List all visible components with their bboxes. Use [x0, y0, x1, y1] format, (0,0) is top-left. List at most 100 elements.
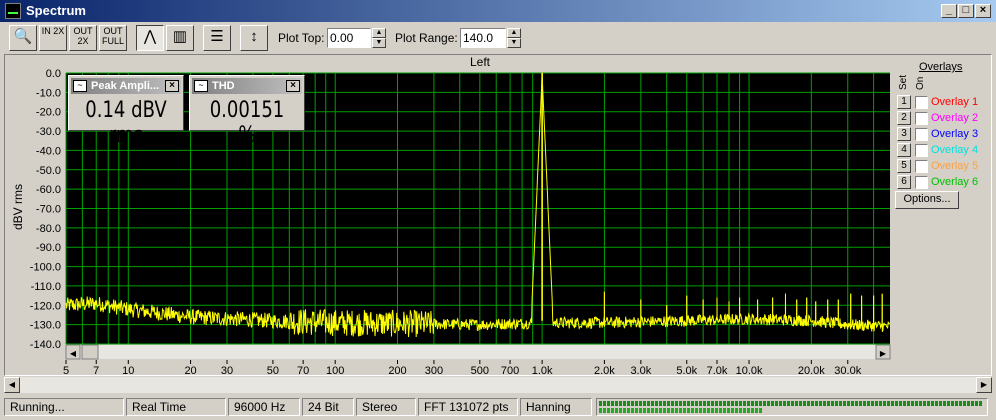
overlay-set-button[interactable]: 3	[897, 127, 911, 141]
level-segment-top	[607, 401, 610, 406]
level-segment-bottom	[747, 408, 750, 413]
level-segment-top	[931, 401, 934, 406]
y-tick-label: -110.0	[31, 281, 61, 293]
level-segment-bottom	[607, 408, 610, 413]
overlay-set-button[interactable]: 4	[897, 143, 911, 157]
level-segment-bottom	[619, 408, 622, 413]
thd-meter[interactable]: THD ~ × 0.00151 %	[189, 75, 305, 148]
level-segment-top	[699, 401, 702, 406]
overlay-row: 2 Overlay 2	[897, 111, 992, 127]
level-segment-top	[703, 401, 706, 406]
status-bar: Running... Real Time 96000 Hz 24 Bit Ste…	[0, 396, 996, 420]
overlay-on-checkbox[interactable]	[915, 160, 928, 173]
level-segment-top	[819, 401, 822, 406]
level-segment-top	[619, 401, 622, 406]
x-tick-label: 3.0k	[630, 365, 651, 377]
x-tick-labels: 5 7 10 20 30 50 70 100 200 300 500 700 1.0k 2.0k 3.0k 5…	[63, 360, 862, 377]
level-segment-top	[647, 401, 650, 406]
scroll-right-icon[interactable]: ▶	[976, 377, 992, 393]
x-tick-label: 5	[63, 365, 69, 377]
level-segment-top	[663, 401, 666, 406]
x-tick-label: 70	[297, 365, 309, 377]
level-segment-top	[807, 401, 810, 406]
overlay-name: Overlay 6	[931, 176, 979, 188]
overlay-options-button[interactable]: Options...	[895, 191, 959, 209]
x-tick-label: 30	[221, 365, 233, 377]
y-tick-label: -50.0	[36, 165, 61, 177]
level-segment-top	[611, 401, 614, 406]
level-segment-top	[691, 401, 694, 406]
level-segment-bottom	[663, 408, 666, 413]
level-segment-top	[671, 401, 674, 406]
overlay-on-checkbox[interactable]	[915, 128, 928, 141]
plot-scroll-thumb[interactable]	[81, 344, 99, 360]
level-segment-top	[771, 401, 774, 406]
level-segment-top	[695, 401, 698, 406]
y-tick-label: -130.0	[30, 320, 61, 332]
overlay-on-checkbox[interactable]	[915, 112, 928, 125]
level-segment-top	[603, 401, 606, 406]
level-segment-bottom	[599, 408, 602, 413]
level-segment-bottom	[687, 408, 690, 413]
level-segment-top	[707, 401, 710, 406]
overlay-set-button[interactable]: 5	[897, 159, 911, 173]
level-segment-top	[967, 401, 970, 406]
level-segment-bottom	[707, 408, 710, 413]
overlay-on-checkbox[interactable]	[915, 144, 928, 157]
overlay-name: Overlay 3	[931, 128, 979, 140]
status-state: Running...	[4, 398, 124, 416]
overlay-set-button[interactable]: 1	[897, 95, 911, 109]
level-segment-bottom	[639, 408, 642, 413]
overlay-on-checkbox[interactable]	[915, 176, 928, 189]
level-segment-top	[767, 401, 770, 406]
level-segment-top	[811, 401, 814, 406]
x-tick-label: 20	[184, 365, 196, 377]
level-segment-bottom	[651, 408, 654, 413]
level-segment-bottom	[703, 408, 706, 413]
meter-close-icon[interactable]: ×	[165, 80, 179, 92]
y-tick-label: -10.0	[36, 87, 61, 99]
scroll-left-icon[interactable]: ◀	[4, 377, 20, 393]
level-segment-bottom	[647, 408, 650, 413]
level-segment-bottom	[671, 408, 674, 413]
plot-scrollbar-track[interactable]	[66, 345, 890, 359]
level-segment-top	[727, 401, 730, 406]
level-segment-top	[651, 401, 654, 406]
level-segment-top	[839, 401, 842, 406]
level-segment-top	[935, 401, 938, 406]
level-segment-bottom	[743, 408, 746, 413]
overlay-set-button[interactable]: 6	[897, 175, 911, 189]
level-segment-top	[875, 401, 878, 406]
level-segment-top	[723, 401, 726, 406]
level-segment-top	[891, 401, 894, 406]
level-segment-top	[735, 401, 738, 406]
level-segment-top	[747, 401, 750, 406]
level-segment-top	[795, 401, 798, 406]
level-segment-bottom	[675, 408, 678, 413]
peak-amplitude-meter[interactable]: Peak Ampli... ~ × 0.14 dBV rms	[68, 75, 184, 148]
level-segment-top	[975, 401, 978, 406]
spectrum-plot[interactable]: Left dBV rms 0.0 -10.0 -20.0 -30.0 -40.0 -50.…	[0, 0, 996, 420]
overlay-on-checkbox[interactable]	[915, 96, 928, 109]
level-segment-top	[823, 401, 826, 406]
window-scrollbar[interactable]: ◀ ▶	[4, 377, 992, 393]
level-segment-top	[655, 401, 658, 406]
y-tick-label: 0.0	[46, 68, 61, 80]
overlay-row: 5 Overlay 5	[897, 159, 992, 175]
peak-amplitude-value: 0.14 dBV rms	[85, 98, 167, 148]
meter-close-icon[interactable]: ×	[286, 80, 300, 92]
overlay-set-button[interactable]: 2	[897, 111, 911, 125]
level-segment-top	[659, 401, 662, 406]
meter-icon: ~	[194, 80, 208, 92]
level-segment-top	[867, 401, 870, 406]
level-segment-top	[863, 401, 866, 406]
x-tick-label: 50	[267, 365, 279, 377]
y-tick-label: -30.0	[36, 126, 61, 138]
scroll-left-icon: ◀	[70, 349, 77, 358]
x-tick-label: 300	[425, 365, 443, 377]
level-segment-top	[711, 401, 714, 406]
level-segment-top	[871, 401, 874, 406]
level-segment-top	[791, 401, 794, 406]
level-segment-top	[615, 401, 618, 406]
level-segment-top	[835, 401, 838, 406]
